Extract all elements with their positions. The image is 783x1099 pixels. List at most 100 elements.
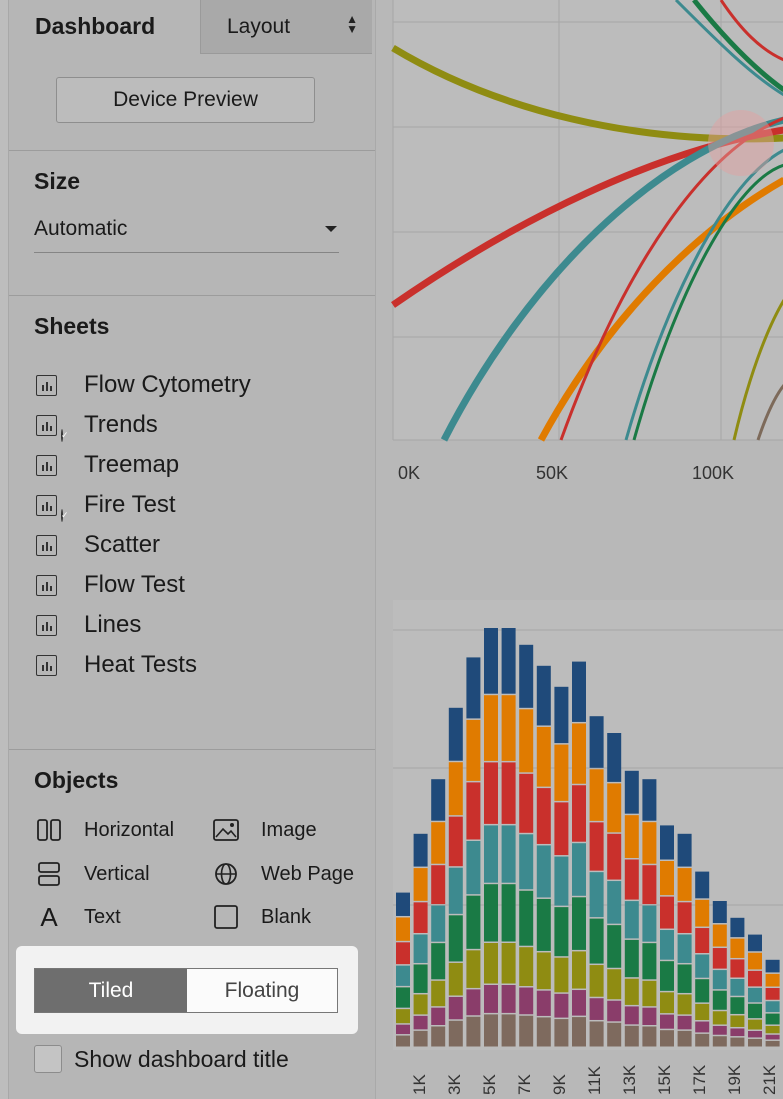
bar-segment — [677, 833, 692, 867]
bar-segment — [572, 785, 586, 842]
sheet-item[interactable]: Flow Test — [36, 565, 185, 605]
bar-segment — [765, 1040, 780, 1047]
bar-segment — [624, 815, 639, 859]
bar-segment — [660, 825, 674, 860]
bar-segment — [624, 1006, 639, 1025]
show-title-checkbox[interactable] — [34, 1045, 62, 1073]
dashboard-canvas[interactable]: 0K 50K 100K 1K 3K 5K 7K 9K 11K 13K 15K 17K 19K 21K — [375, 0, 783, 1099]
bar-segment — [448, 962, 463, 996]
sheet-label: Trends — [84, 411, 158, 438]
object-vertical[interactable]: Vertical — [36, 857, 150, 891]
bar-segment — [572, 843, 586, 896]
sheet-item[interactable]: Scatter — [36, 525, 160, 565]
worksheet-icon — [36, 654, 57, 676]
x-tick-label: 15K — [655, 1064, 674, 1095]
bar-segment — [677, 934, 692, 963]
bar-segment — [748, 1030, 762, 1038]
tab-dashboard[interactable]: Dashboard — [9, 0, 200, 54]
size-title: Size — [34, 168, 81, 194]
bar-segment — [554, 856, 569, 906]
bar-segment — [607, 881, 622, 924]
bar-segment — [712, 1011, 727, 1025]
x-tick-label: 100K — [692, 463, 735, 483]
text-icon: A — [40, 901, 58, 932]
object-image[interactable]: Image — [213, 813, 317, 847]
bar-segment — [607, 1000, 622, 1022]
bar-segment — [660, 861, 674, 896]
bar-segment — [536, 665, 551, 726]
sheet-item[interactable]: ✓ Fire Test — [36, 485, 176, 525]
bar-segment — [501, 628, 516, 694]
sheet-item[interactable]: Flow Cytometry — [36, 365, 251, 405]
bar-segment — [748, 1003, 762, 1019]
bar-segment — [448, 707, 463, 761]
bar-segment — [413, 1015, 428, 1030]
object-label: Blank — [261, 905, 312, 928]
sheet-item[interactable]: Heat Tests — [36, 645, 197, 685]
tiled-button[interactable]: Tiled — [35, 969, 187, 1012]
object-label: Web Page — [261, 862, 355, 885]
floating-button[interactable]: Floating — [187, 969, 337, 1012]
sheet-item[interactable]: Treemap — [36, 445, 179, 485]
bar-segment — [765, 973, 780, 987]
x-tick-label: 7K — [515, 1074, 534, 1095]
show-dashboard-title[interactable]: Show dashboard title — [34, 1041, 289, 1077]
histogram-chart[interactable] — [376, 600, 783, 1060]
object-horizontal[interactable]: Horizontal — [36, 813, 174, 847]
bar-segment — [765, 1013, 780, 1025]
bar-segment — [712, 1025, 727, 1035]
bar-segment — [484, 762, 498, 824]
bar-segment — [712, 990, 727, 1010]
bar-segment — [536, 898, 551, 951]
vertical-icon — [36, 861, 62, 887]
bar-segment — [765, 1025, 780, 1034]
bar-segment — [730, 978, 745, 996]
bar-segment — [607, 1022, 622, 1047]
device-preview-label: Device Preview — [113, 88, 258, 111]
bar-segment — [466, 719, 481, 781]
object-text[interactable]: A Text — [36, 900, 120, 934]
bar-segment — [660, 930, 674, 960]
bar-segment — [695, 1021, 710, 1033]
bar-segment — [554, 907, 569, 957]
bar-segment — [660, 1014, 674, 1029]
worksheet-icon: ✓ — [36, 494, 69, 522]
bar-segment — [501, 825, 516, 883]
bar-segment — [536, 990, 551, 1016]
image-icon — [213, 817, 239, 843]
bar-segment — [413, 868, 428, 901]
bar-segment — [396, 892, 410, 916]
bar-segment — [695, 954, 710, 978]
x-tick-label: 3K — [445, 1074, 464, 1095]
size-dropdown[interactable]: Automatic — [34, 213, 339, 253]
bar-segment — [730, 938, 745, 958]
sheet-item[interactable]: ✓ Trends — [36, 405, 158, 445]
bar-segment — [484, 884, 498, 942]
worksheet-icon — [36, 454, 57, 476]
bar-segment — [695, 899, 710, 927]
bar-segment — [660, 1030, 674, 1047]
bar-segment — [589, 998, 604, 1020]
bar-segment — [730, 1028, 745, 1037]
bar-segment — [572, 1017, 586, 1047]
bar-segment — [431, 779, 446, 821]
object-blank[interactable]: Blank — [213, 900, 311, 934]
device-preview-button[interactable]: Device Preview — [56, 77, 315, 123]
bar-segment — [765, 988, 780, 1000]
sheet-item[interactable]: Lines — [36, 605, 141, 645]
bar-segment — [624, 770, 639, 814]
object-web-page[interactable]: Web Page — [213, 857, 354, 891]
bar-segment — [448, 867, 463, 914]
bar-segment — [748, 1038, 762, 1047]
bar-segment — [519, 644, 534, 708]
x-tick-label: 9K — [550, 1074, 569, 1095]
tab-layout[interactable]: Layout ▲ ▼ — [200, 0, 372, 54]
x-tick-label: 5K — [480, 1074, 499, 1095]
bar-segment — [677, 964, 692, 993]
flow-chart[interactable] — [376, 0, 783, 445]
bar-segment — [642, 980, 657, 1007]
bar-segment — [695, 871, 710, 899]
bar-segment — [677, 868, 692, 901]
bar-segment — [748, 970, 762, 987]
bar-segment — [431, 822, 446, 864]
